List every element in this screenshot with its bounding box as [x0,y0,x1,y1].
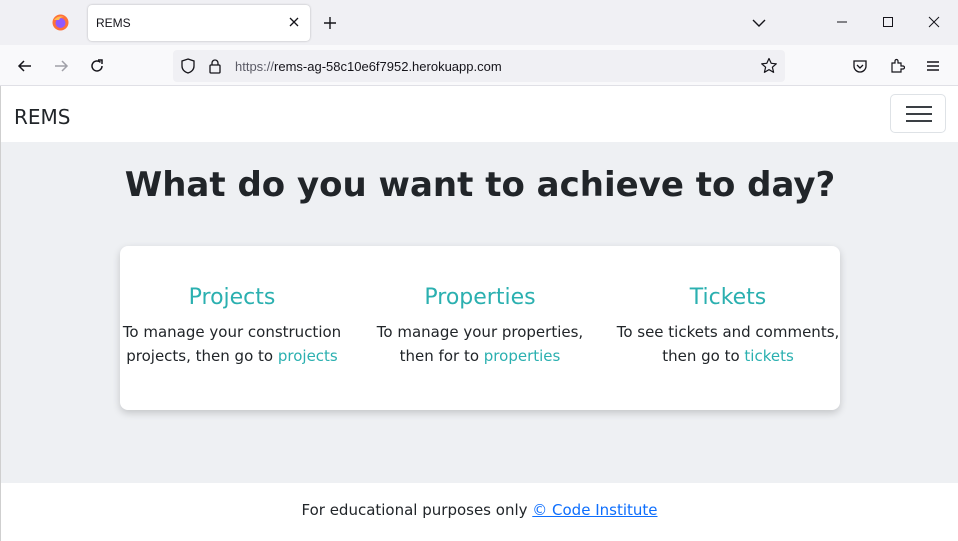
site-header: REMS [0,86,958,142]
minimize-icon[interactable] [832,12,852,32]
browser-tab[interactable]: REMS [88,5,310,41]
page-content: REMS What do you want to achieve to day?… [0,86,958,541]
forward-arrow-icon[interactable] [50,55,72,77]
toggler-bar [906,113,932,115]
tickets-column: Tickets To see tickets and comments, the… [608,284,848,368]
tickets-link[interactable]: tickets [744,347,793,365]
properties-link[interactable]: properties [484,347,561,365]
navbar-toggler-button[interactable] [890,94,946,133]
footer-link[interactable]: © Code Institute [532,501,657,519]
browser-nav-bar: https://rems-ag-58c10e6f7952.herokuapp.c… [0,45,958,86]
tickets-text-line2: then go to [662,347,745,365]
footer-text: For educational purposes only © Code Ins… [1,483,958,519]
options-card: Projects To manage your construction pro… [120,246,840,410]
page-title: What do you want to achieve to day? [124,165,836,205]
hamburger-menu-icon[interactable] [922,55,944,77]
reload-icon[interactable] [86,55,108,77]
toggler-bar [906,106,932,108]
projects-description: To manage your construction projects, th… [112,320,352,368]
projects-column: Projects To manage your construction pro… [112,284,352,368]
properties-text-line1: To manage your properties, [376,323,584,341]
url-bar[interactable]: https://rems-ag-58c10e6f7952.herokuapp.c… [173,50,785,82]
properties-text-line2: then for to [399,347,484,365]
tickets-title: Tickets [689,285,767,310]
brand-logo[interactable]: REMS [14,105,70,129]
url-text: https://rems-ag-58c10e6f7952.herokuapp.c… [235,59,502,74]
maximize-icon[interactable] [878,12,898,32]
close-icon[interactable] [286,14,302,30]
chevron-down-icon[interactable] [749,13,769,33]
properties-description: To manage your properties, then for to p… [360,320,600,368]
projects-title: Projects [188,285,276,310]
site-footer: For educational purposes only © Code Ins… [0,483,958,541]
lock-icon[interactable] [207,58,223,79]
firefox-icon [52,14,69,31]
main-section: What do you want to achieve to day? Proj… [0,142,958,483]
plus-icon[interactable] [320,13,340,33]
properties-column: Properties To manage your properties, th… [360,284,600,368]
pocket-icon[interactable] [849,55,871,77]
tickets-description: To see tickets and comments, then go to … [608,320,848,368]
projects-text-line1: To manage your construction [122,323,342,341]
projects-text-line2: projects, then go to [126,347,278,365]
extensions-icon[interactable] [886,55,908,77]
toggler-bar [906,120,932,122]
browser-tab-bar: REMS [0,0,958,45]
shield-icon[interactable] [180,58,196,79]
projects-link[interactable]: projects [278,347,338,365]
tab-title: REMS [96,16,131,30]
tickets-text-line1: To see tickets and comments, [616,323,840,341]
back-arrow-icon[interactable] [14,55,36,77]
url-scheme: https:// [235,59,275,74]
properties-title: Properties [424,285,536,310]
star-icon[interactable] [760,57,778,80]
url-host: rems-ag-58c10e6f7952.herokuapp.com [274,59,502,74]
footer-note: For educational purposes only [301,501,533,519]
window-close-icon[interactable] [924,12,944,32]
